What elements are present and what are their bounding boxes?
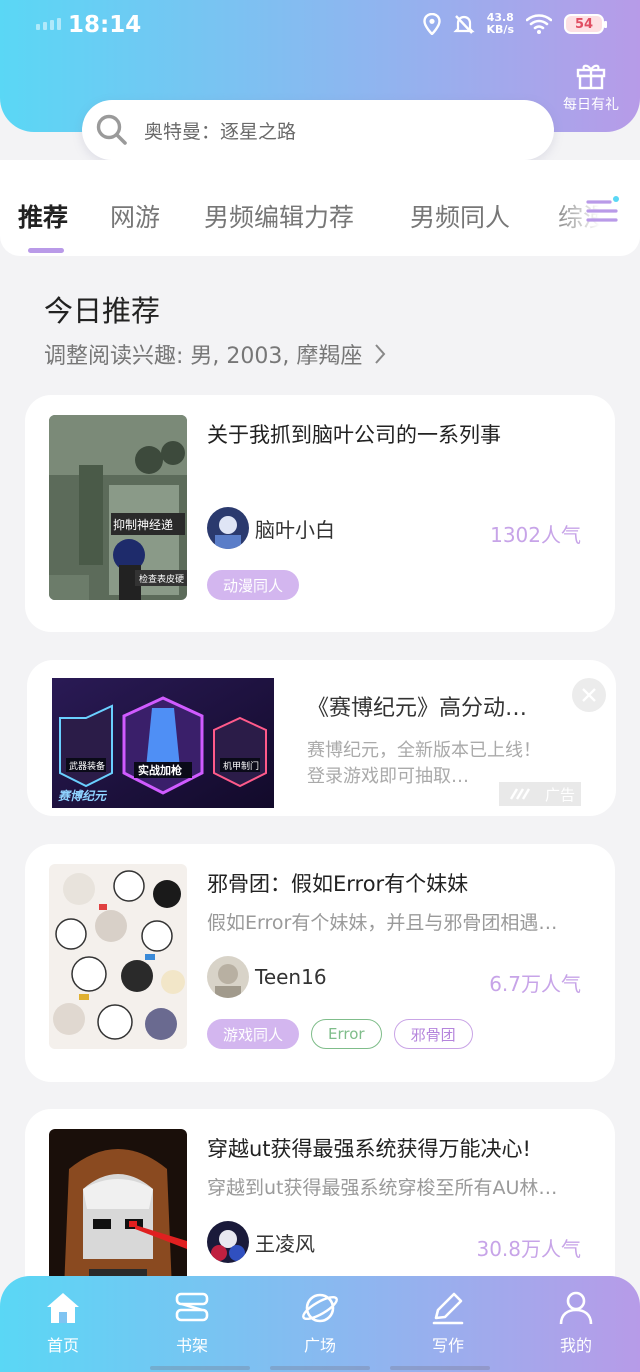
close-icon [582,688,596,702]
tag[interactable]: 游戏同人 [207,1019,300,1049]
chevron-right-icon [375,344,386,364]
bottom-navigation: 首页 书架 广场 写作 我的 [0,1276,640,1372]
pen-icon [432,1292,464,1325]
ad-image-label-left: 武器装备 [69,760,105,772]
daily-gift-button[interactable]: 每日有礼 [558,62,624,114]
author-avatar [207,1221,249,1263]
tab-male-fanfic[interactable]: 男频同人 [410,198,510,234]
ad-logo-icon [509,788,531,800]
book-title[interactable]: 邪骨团：假如Error有个妹妹 [207,868,468,898]
author-name: Teen16 [255,965,327,989]
nav-label: 广场 [303,1336,336,1355]
ad-card[interactable]: 武器装备 实战加枪 机甲制门 赛博纪元 《赛博纪元》高分动… 赛博纪元，全新版本… [27,660,616,816]
ad-image: 武器装备 实战加枪 机甲制门 赛博纪元 [52,678,274,808]
ad-badge-label: 广告 [544,785,575,804]
ad-image-label-center: 实战加枪 [138,763,182,777]
book-cover: 抑制神经递 检查表皮硬 [49,415,187,600]
ad-image-label-right: 机甲制门 [223,760,259,772]
author-avatar [207,507,249,549]
mute-bell-icon [452,15,475,34]
cover-text-2: 检查表皮硬 [139,573,184,585]
tag[interactable]: 动漫同人 [207,570,300,600]
nav-bookshelf[interactable]: 书架 [147,1288,237,1356]
net-speed-unit: KB/s [486,23,514,36]
home-icon [47,1293,79,1323]
nav-write[interactable]: 写作 [403,1288,493,1356]
book-title[interactable]: 穿越ut获得最强系统获得万能决心! [207,1133,531,1163]
nav-square[interactable]: 广场 [275,1288,365,1356]
tab-online-games[interactable]: 网游 [110,198,160,234]
book-card[interactable]: 邪骨团：假如Error有个妹妹 假如Error有个妹妹，并且与邪骨团相遇… Te… [25,844,615,1082]
author-info[interactable]: Teen16 [207,956,327,998]
reading-interest-text: 调整阅读兴趣: 男, 2003, 摩羯座 [44,344,363,369]
ad-badge: 广告 [499,782,581,806]
ad-close-button[interactable] [572,678,606,712]
category-menu-icon[interactable] [586,194,620,228]
book-title[interactable]: 关于我抓到脑叶公司的一系列事 [207,419,501,449]
nav-label: 首页 [46,1336,79,1355]
nav-label: 我的 [559,1336,592,1355]
battery-indicator: 54 [564,14,607,34]
popularity-count: 6.7万人气 [489,972,581,996]
search-placeholder: 奥特曼：逐星之路 [144,120,297,143]
book-description: 假如Error有个妹妹，并且与邪骨团相遇… [207,912,558,934]
nav-home[interactable]: 首页 [18,1288,108,1356]
bookshelf-icon [175,1292,209,1322]
author-name: 王凌风 [255,1231,315,1256]
cover-text-1: 抑制神经递 [113,517,173,532]
ad-image-logo: 赛博纪元 [58,789,108,803]
wifi-icon [526,14,552,34]
author-info[interactable]: 王凌风 [207,1221,315,1263]
book-card[interactable]: 抑制神经递 检查表皮硬 关于我抓到脑叶公司的一系列事 脑叶小白 1302人气 动… [25,395,615,632]
book-description: 穿越到ut获得最强系统穿梭至所有AU林… [207,1177,558,1199]
search-icon [96,114,127,145]
popularity-count: 1302人气 [490,523,581,547]
status-bar: 18:14 43.8 KB/s 54 [0,0,640,52]
tab-recommend[interactable]: 推荐 [18,198,68,234]
tag[interactable]: Error [311,1019,382,1049]
tag-list: 动漫同人 [207,570,300,600]
active-tab-indicator [28,248,64,253]
nav-profile[interactable]: 我的 [531,1288,621,1356]
gift-icon [576,64,606,90]
tab-editor-picks[interactable]: 男频编辑力荐 [204,198,354,234]
nav-label: 书架 [175,1336,208,1355]
author-avatar [207,956,249,998]
category-tabs: 推荐 网游 男频编辑力荐 男频同人 综漫 [0,160,640,256]
nav-label: 写作 [431,1336,464,1355]
author-info[interactable]: 脑叶小白 [207,507,335,549]
net-speed: 43.8 KB/s [487,12,514,36]
tag[interactable]: 邪骨团 [393,1019,473,1049]
book-cover [49,864,187,1049]
reading-interest-link[interactable]: 调整阅读兴趣: 男, 2003, 摩羯座 [44,338,386,370]
search-input[interactable]: 奥特曼：逐星之路 [82,100,554,160]
status-time: 18:14 [68,12,142,38]
user-icon [559,1291,593,1325]
planet-icon [302,1293,338,1323]
ad-title[interactable]: 《赛博纪元》高分动… [307,690,527,722]
section-title: 今日推荐 [44,294,161,328]
author-name: 脑叶小白 [255,517,335,542]
location-icon [422,13,441,35]
home-indicator [0,1366,640,1372]
gift-label: 每日有礼 [563,97,619,113]
signal-icon [36,18,61,30]
popularity-count: 30.8万人气 [476,1237,581,1261]
tag-list: 游戏同人 Error 邪骨团 [207,1019,473,1049]
